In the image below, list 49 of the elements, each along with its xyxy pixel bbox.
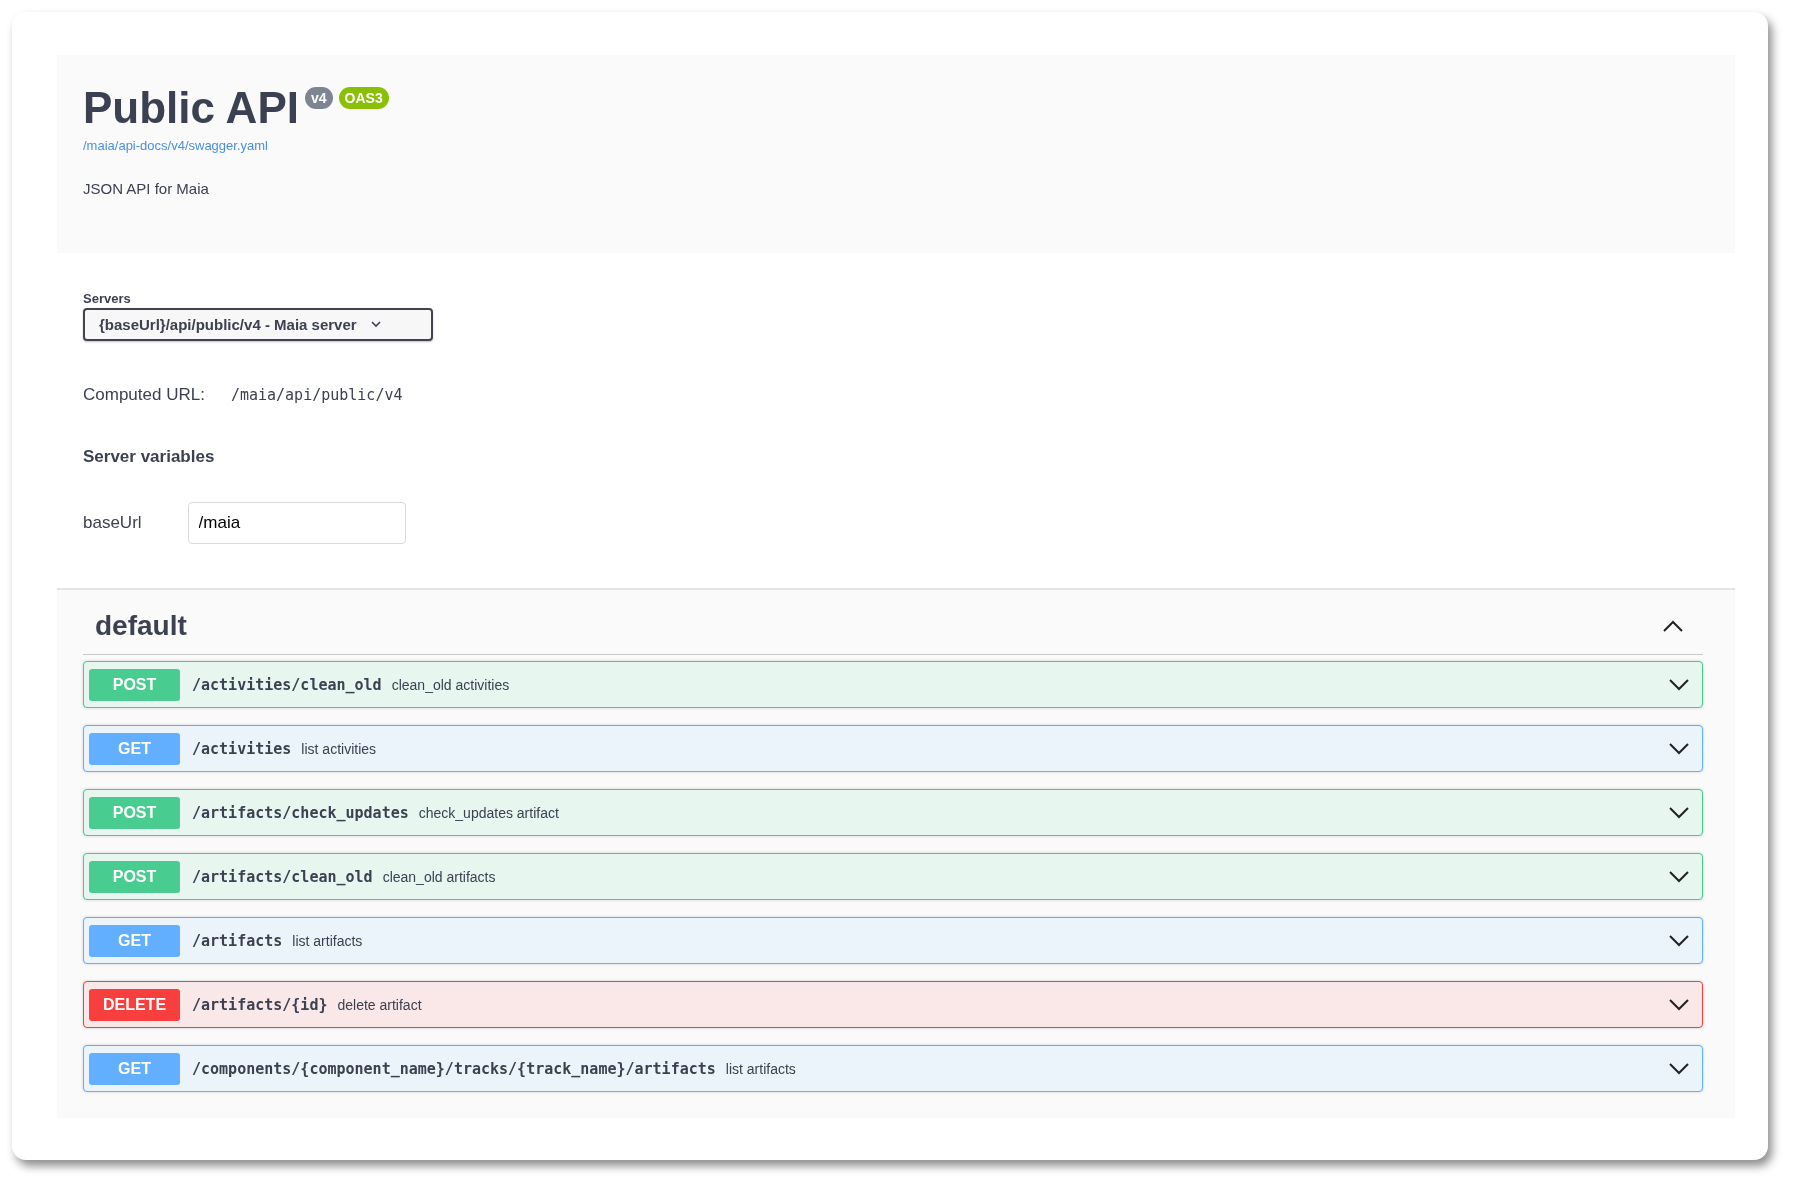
spec-version-badge: OAS3	[338, 87, 389, 109]
variable-name: baseUrl	[83, 513, 142, 533]
endpoint-summary: clean_old activities	[391, 676, 511, 693]
chevron-down-icon	[1669, 870, 1689, 883]
endpoint-summary: list activities	[301, 740, 378, 757]
variable-input[interactable]: /maia	[187, 502, 406, 544]
endpoint-path: /components/{component_name}/tracks/{track_name}/artifacts	[192, 1059, 716, 1078]
operation-row[interactable]: GET /components/{component_name}/tracks/{track_name}/artifacts list artifacts	[83, 1045, 1703, 1092]
operation-row[interactable]: DELETE /artifacts/{id} delete artifact	[83, 981, 1703, 1028]
http-method-label: POST	[89, 796, 180, 829]
operation-row[interactable]: POST /artifacts/clean_old clean_old artifacts	[83, 853, 1703, 900]
http-method-label: DELETE	[89, 988, 180, 1021]
computed-url-label: Computed URL:	[83, 385, 205, 405]
caret-icon	[370, 321, 381, 328]
http-method-label: GET	[89, 732, 180, 765]
endpoint-path: /activities/clean_old	[192, 675, 382, 694]
operation-row[interactable]: POST /artifacts/check_updates check_updates artifact	[83, 789, 1703, 836]
chevron-down-icon	[1669, 998, 1689, 1011]
endpoint-path: /artifacts	[192, 931, 283, 950]
server-variables-heading: Server variables	[83, 447, 216, 467]
operation-row[interactable]: GET /artifacts list artifacts	[83, 917, 1703, 964]
chevron-down-icon	[1669, 1062, 1689, 1075]
endpoint-path: /artifacts/check_updates	[192, 803, 409, 822]
http-method-label: POST	[89, 668, 180, 701]
endpoint-summary: list artifacts	[292, 932, 364, 949]
api-description: JSON API for Maia	[83, 179, 210, 197]
endpoint-summary: delete artifact	[337, 996, 423, 1013]
endpoint-path: /artifacts/{id}	[192, 995, 328, 1014]
endpoint-summary: list artifacts	[725, 1060, 797, 1077]
section-title: default	[95, 610, 187, 642]
operation-row[interactable]: GET /activities list activities	[83, 725, 1703, 772]
chevron-down-icon	[1669, 742, 1689, 755]
chevron-up-icon[interactable]	[1663, 620, 1683, 632]
api-version-badge: v4	[304, 87, 333, 109]
computed-url: /maia/api/public/v4	[230, 386, 403, 404]
chevron-down-icon	[1669, 806, 1689, 819]
chevron-down-icon	[1669, 678, 1689, 691]
endpoint-summary: check_updates artifact	[418, 804, 560, 821]
servers-label: Servers	[83, 291, 132, 306]
server-select[interactable]: {baseUrl}/api/public/v4 - Maia server	[83, 308, 433, 341]
operation-row[interactable]: POST /activities/clean_old clean_old activities	[83, 661, 1703, 708]
api-title: Public API	[83, 83, 299, 134]
chevron-down-icon	[1669, 934, 1689, 947]
http-method-label: POST	[89, 860, 180, 893]
endpoint-path: /activities	[192, 739, 292, 758]
http-method-label: GET	[89, 924, 180, 957]
endpoint-path: /artifacts/clean_old	[192, 867, 373, 886]
http-method-label: GET	[89, 1052, 180, 1085]
endpoint-summary: clean_old artifacts	[382, 868, 497, 885]
